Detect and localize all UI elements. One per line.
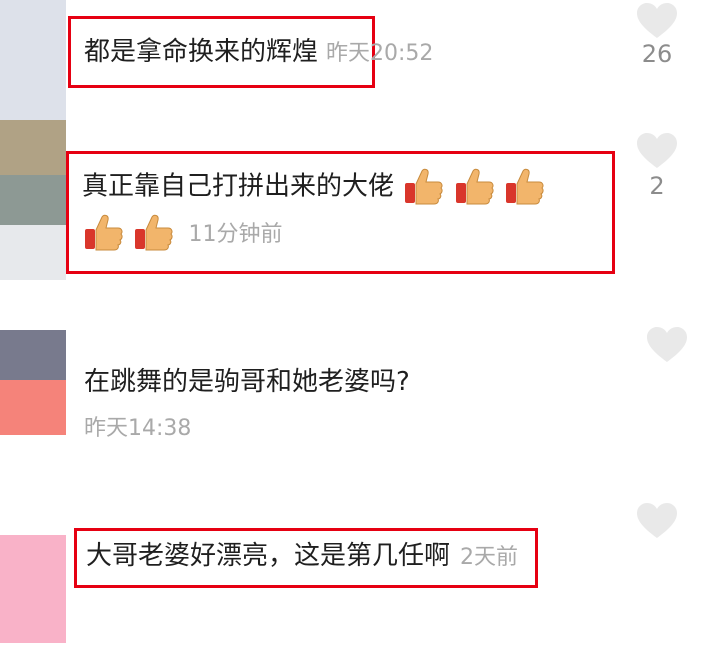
- avatar[interactable]: [0, 330, 66, 380]
- comment-text-line2: 11分钟前: [82, 214, 283, 252]
- avatar[interactable]: [0, 380, 66, 435]
- like-count: 26: [641, 40, 673, 68]
- heart-icon[interactable]: [636, 2, 678, 40]
- avatar[interactable]: [0, 120, 66, 175]
- comment-time: 2天前: [460, 545, 519, 570]
- thumbs-up-icon: [405, 168, 443, 205]
- thumbs-up-icon: [85, 214, 123, 251]
- avatar[interactable]: [0, 175, 66, 225]
- comment-text: 都是拿命换来的辉煌 昨天20:52: [84, 35, 433, 71]
- thumbs-up-icon: [135, 214, 173, 251]
- comment-body: 在跳舞的是驹哥和她老婆吗?: [84, 367, 410, 397]
- comment-time: 11分钟前: [188, 221, 283, 247]
- comment-body: 真正靠自己打拼出来的大佬: [82, 171, 395, 202]
- comment-text: 大哥老婆好漂亮，这是第几任啊 2天前: [86, 539, 518, 575]
- like-count: 2: [649, 172, 665, 200]
- comment-text: 真正靠自己打拼出来的大佬: [82, 168, 545, 206]
- thumbs-up-icon: [455, 168, 494, 205]
- avatar[interactable]: [0, 225, 66, 280]
- avatar[interactable]: [0, 535, 66, 643]
- comment-meta-line: 昨天14:38: [84, 410, 191, 446]
- comment-body: 都是拿命换来的辉煌: [84, 37, 319, 67]
- comment-text: 在跳舞的是驹哥和她老婆吗?: [84, 365, 410, 399]
- heart-icon[interactable]: [646, 326, 688, 364]
- comment-time: 昨天20:52: [326, 41, 434, 66]
- thumbs-up-icon: [505, 168, 544, 205]
- heart-icon[interactable]: [636, 132, 678, 170]
- comment-time: 昨天14:38: [84, 416, 192, 441]
- heart-icon[interactable]: [636, 502, 678, 540]
- comment-body: 大哥老婆好漂亮，这是第几任啊: [86, 541, 451, 571]
- avatar[interactable]: [0, 0, 66, 120]
